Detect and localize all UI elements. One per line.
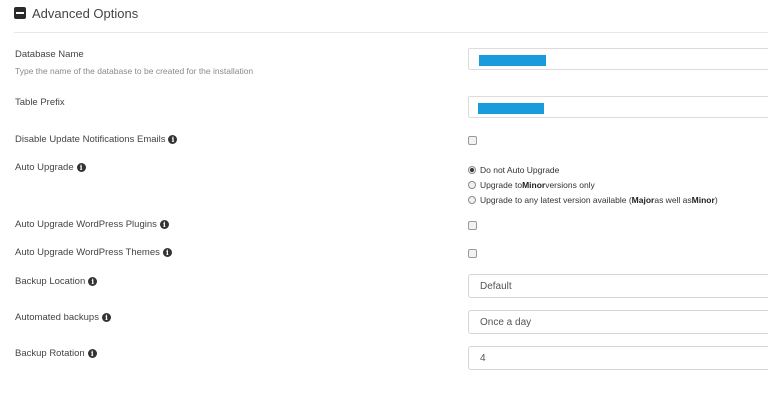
backup-rotation-value: 4 bbox=[480, 352, 486, 364]
backup-location-label-text: Backup Location bbox=[15, 276, 86, 287]
table-prefix-label-text: Table Prefix bbox=[15, 97, 65, 108]
option-bold-text: Major bbox=[631, 195, 655, 205]
auto-upgrade-label: Auto Upgrade i bbox=[15, 162, 86, 173]
radio-button[interactable] bbox=[468, 196, 476, 204]
redacted-value bbox=[478, 103, 544, 114]
option-text: versions only bbox=[545, 180, 595, 190]
database-name-description: Type the name of the database to be crea… bbox=[15, 66, 254, 76]
option-text: Upgrade to bbox=[480, 180, 523, 190]
auto-upgrade-option-minor[interactable]: Upgrade to Minor versions only bbox=[468, 180, 595, 190]
auto-upgrade-plugins-checkbox[interactable] bbox=[468, 221, 477, 230]
info-icon[interactable]: i bbox=[162, 248, 172, 257]
auto-upgrade-plugins-label-text: Auto Upgrade WordPress Plugins bbox=[15, 219, 157, 230]
advanced-options-header[interactable]: Advanced Options bbox=[14, 4, 138, 22]
automated-backups-select[interactable]: Once a day bbox=[468, 310, 768, 334]
backup-location-label: Backup Location i bbox=[15, 276, 98, 287]
disable-notifications-label-text: Disable Update Notifications Emails bbox=[15, 134, 166, 145]
option-text: Upgrade to any latest version available … bbox=[480, 195, 632, 205]
disable-notifications-checkbox[interactable] bbox=[468, 136, 477, 145]
backup-rotation-input[interactable]: 4 bbox=[468, 346, 768, 370]
auto-upgrade-option-latest[interactable]: Upgrade to any latest version available … bbox=[468, 195, 718, 205]
header-divider bbox=[14, 32, 768, 33]
option-text: Do not Auto Upgrade bbox=[480, 165, 560, 175]
info-icon[interactable]: i bbox=[168, 135, 178, 144]
backup-location-value: Default bbox=[480, 280, 512, 292]
backup-rotation-label: Backup Rotation i bbox=[15, 348, 97, 359]
info-icon[interactable]: i bbox=[101, 313, 111, 322]
automated-backups-label: Automated backups i bbox=[15, 312, 111, 323]
radio-button-checked[interactable] bbox=[468, 166, 476, 174]
info-icon[interactable]: i bbox=[88, 277, 98, 286]
disable-notifications-label: Disable Update Notifications Emails i bbox=[15, 134, 178, 145]
radio-button[interactable] bbox=[468, 181, 476, 189]
option-bold-text: Minor bbox=[691, 195, 715, 205]
redacted-value bbox=[479, 55, 546, 66]
section-title: Advanced Options bbox=[32, 5, 139, 21]
database-name-label-text: Database Name bbox=[15, 49, 84, 60]
table-prefix-input[interactable] bbox=[468, 96, 768, 118]
automated-backups-label-text: Automated backups bbox=[15, 312, 99, 323]
table-prefix-label: Table Prefix bbox=[15, 97, 65, 108]
database-name-input[interactable] bbox=[468, 48, 768, 70]
option-bold-text: Minor bbox=[522, 180, 546, 190]
automated-backups-value: Once a day bbox=[480, 316, 532, 328]
database-name-label: Database Name bbox=[15, 49, 84, 60]
auto-upgrade-plugins-label: Auto Upgrade WordPress Plugins i bbox=[15, 219, 169, 230]
info-icon[interactable]: i bbox=[87, 349, 97, 358]
backup-rotation-label-text: Backup Rotation bbox=[15, 348, 85, 359]
option-text: as well as bbox=[654, 195, 692, 205]
auto-upgrade-themes-checkbox[interactable] bbox=[468, 249, 477, 258]
option-text: ) bbox=[714, 195, 718, 205]
auto-upgrade-themes-label-text: Auto Upgrade WordPress Themes bbox=[15, 247, 160, 258]
auto-upgrade-label-text: Auto Upgrade bbox=[15, 162, 74, 173]
info-icon[interactable]: i bbox=[76, 163, 86, 172]
info-icon[interactable]: i bbox=[159, 220, 169, 229]
auto-upgrade-themes-label: Auto Upgrade WordPress Themes i bbox=[15, 247, 172, 258]
auto-upgrade-option-none[interactable]: Do not Auto Upgrade bbox=[468, 165, 559, 175]
backup-location-select[interactable]: Default bbox=[468, 274, 768, 298]
collapse-icon[interactable] bbox=[14, 7, 26, 19]
